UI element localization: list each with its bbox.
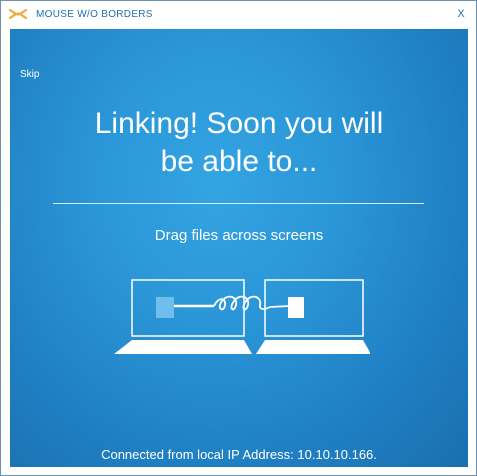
headline-line-1: Linking! Soon you will [94, 107, 384, 140]
link-cable-coil [213, 295, 291, 311]
window-title: MOUSE W/O BORDERS [36, 9, 153, 20]
content-panel: Skip Linking! Soon you will be able to..… [10, 29, 468, 467]
headline-line-2: be able to... [160, 145, 318, 178]
divider [53, 203, 424, 204]
linked-laptops-illustration [114, 279, 370, 354]
left-laptop-icon [114, 279, 252, 354]
right-laptop-icon [256, 279, 370, 354]
title-bar[interactable]: MOUSE W/O BORDERS X [1, 1, 476, 29]
close-button[interactable]: X [452, 5, 470, 23]
app-window: MOUSE W/O BORDERS X Skip Linking! Soon y… [0, 0, 477, 476]
feature-caption: Drag files across screens [154, 227, 324, 244]
connection-status: Connected from local IP Address: 10.10.1… [101, 447, 377, 462]
skip-link[interactable]: Skip [20, 69, 39, 80]
headline: Linking! Soon you will be able to... [10, 105, 468, 181]
mouse-without-borders-icon [8, 8, 28, 20]
